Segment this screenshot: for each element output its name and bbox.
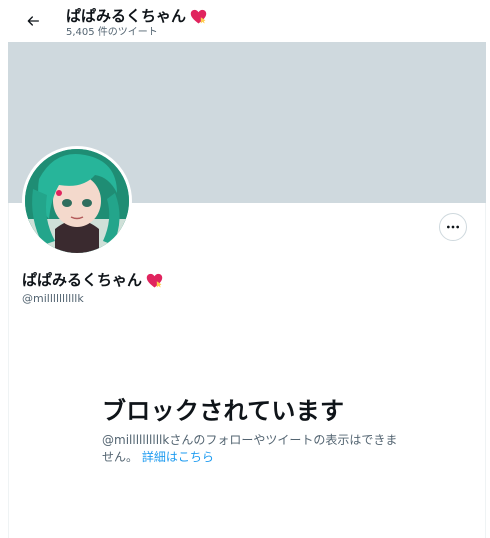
tweet-count: 5,405 件のツイート — [66, 27, 158, 38]
blocked-title: ブロックされています — [102, 397, 345, 425]
top-bar: ぱぱみるくちゃん 5,405 件のツイート — [8, 0, 486, 42]
avatar[interactable] — [22, 146, 132, 256]
user-handle: @millllllllllk — [22, 292, 84, 305]
learn-more-link[interactable]: 詳細はこちら — [142, 450, 214, 464]
back-button[interactable] — [19, 7, 47, 35]
display-name: ぱぱみるくちゃん — [22, 271, 143, 289]
blocked-description: @millllllllllkさんのフォローやツイートの表示はできません。 詳細は… — [102, 432, 402, 466]
profile-name-row: ぱぱみるくちゃん — [22, 270, 164, 290]
heart-with-ribbon-icon — [146, 273, 163, 287]
heart-with-ribbon-icon — [190, 9, 207, 23]
arrow-left-icon — [27, 16, 39, 26]
header-title: ぱぱみるくちゃん — [66, 7, 187, 25]
ellipsis-icon — [447, 225, 459, 229]
avatar-image — [25, 149, 129, 253]
more-options-button[interactable] — [439, 213, 467, 241]
